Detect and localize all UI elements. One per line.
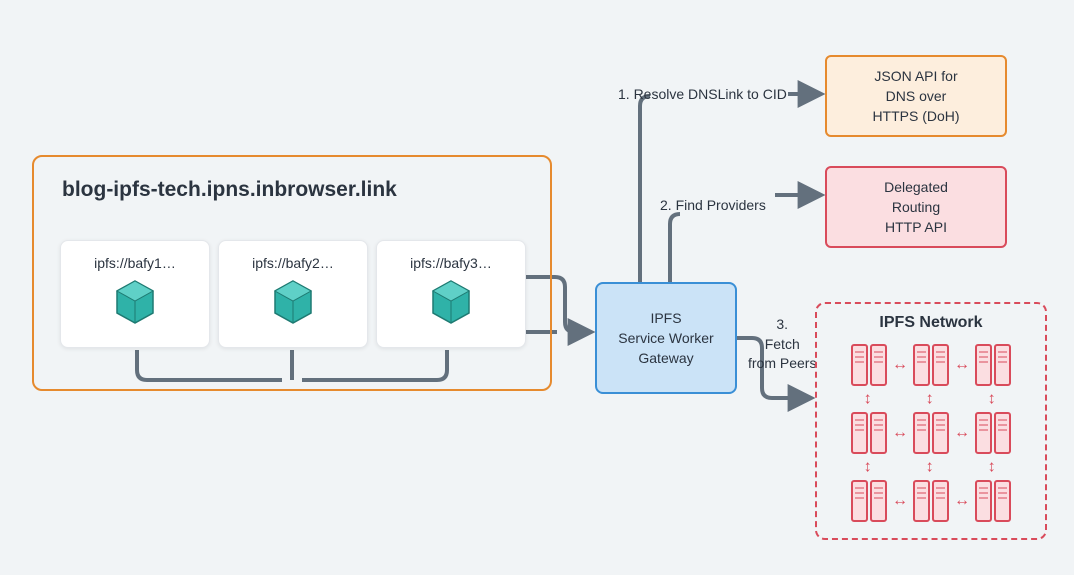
bidir-arrow-icon: ↔	[922, 447, 940, 487]
gateway-label-line: Service Worker	[618, 328, 713, 348]
gateway-label-line: Gateway	[618, 348, 713, 368]
ipfs-network-grid: ↔ ↔ ↔ ↔ ↔ ↔ ↔ ↔ ↔ ↔ ↔ ↔	[827, 342, 1035, 524]
routing-line: Delegated	[884, 177, 948, 197]
ipfs-network-title: IPFS Network	[827, 314, 1035, 332]
bidir-arrow-icon: ↔	[951, 356, 973, 374]
step-3-label: 3. Fetch from Peers	[748, 315, 816, 374]
doh-line: DNS over	[872, 86, 959, 106]
bidir-arrow-icon: ↔	[889, 356, 911, 374]
ipfs-resource-card: ipfs://bafy1…	[60, 240, 210, 348]
ipfs-resource-card: ipfs://bafy3…	[376, 240, 526, 348]
ipfs-network-box: IPFS Network ↔ ↔ ↔ ↔ ↔ ↔ ↔ ↔ ↔ ↔ ↔ ↔	[815, 302, 1047, 540]
step-3-line: Fetch	[748, 335, 816, 355]
cube-icon	[431, 279, 471, 325]
cube-icon	[115, 279, 155, 325]
browser-origin-title: blog-ipfs-tech.ipns.inbrowser.link	[62, 178, 397, 202]
ipfs-gateway-box: IPFS Service Worker Gateway	[595, 282, 737, 394]
bidir-arrow-icon: ↔	[889, 492, 911, 510]
ipfs-resource-label: ipfs://bafy1…	[61, 255, 209, 271]
routing-line: Routing	[884, 197, 948, 217]
delegated-routing-box: Delegated Routing HTTP API	[825, 166, 1007, 248]
bidir-arrow-icon: ↔	[984, 379, 1002, 419]
step-3-line: from Peers	[748, 354, 816, 374]
doh-json-api-box: JSON API for DNS over HTTPS (DoH)	[825, 55, 1007, 137]
step-3-line: 3.	[748, 315, 816, 335]
ipfs-resource-label: ipfs://bafy2…	[219, 255, 367, 271]
ipfs-resource-label: ipfs://bafy3…	[377, 255, 525, 271]
bidir-arrow-icon: ↔	[951, 492, 973, 510]
bidir-arrow-icon: ↔	[860, 447, 878, 487]
bidir-arrow-icon: ↔	[951, 424, 973, 442]
doh-line: JSON API for	[872, 66, 959, 86]
ipfs-resource-card: ipfs://bafy2…	[218, 240, 368, 348]
bidir-arrow-icon: ↔	[922, 379, 940, 419]
gateway-label-line: IPFS	[618, 308, 713, 328]
step-2-label: 2. Find Providers	[660, 196, 766, 216]
routing-line: HTTP API	[884, 217, 948, 237]
step-1-label: 1. Resolve DNSLink to CID	[618, 85, 787, 105]
cube-icon	[273, 279, 313, 325]
bidir-arrow-icon: ↔	[984, 447, 1002, 487]
doh-line: HTTPS (DoH)	[872, 106, 959, 126]
bidir-arrow-icon: ↔	[860, 379, 878, 419]
bidir-arrow-icon: ↔	[889, 424, 911, 442]
